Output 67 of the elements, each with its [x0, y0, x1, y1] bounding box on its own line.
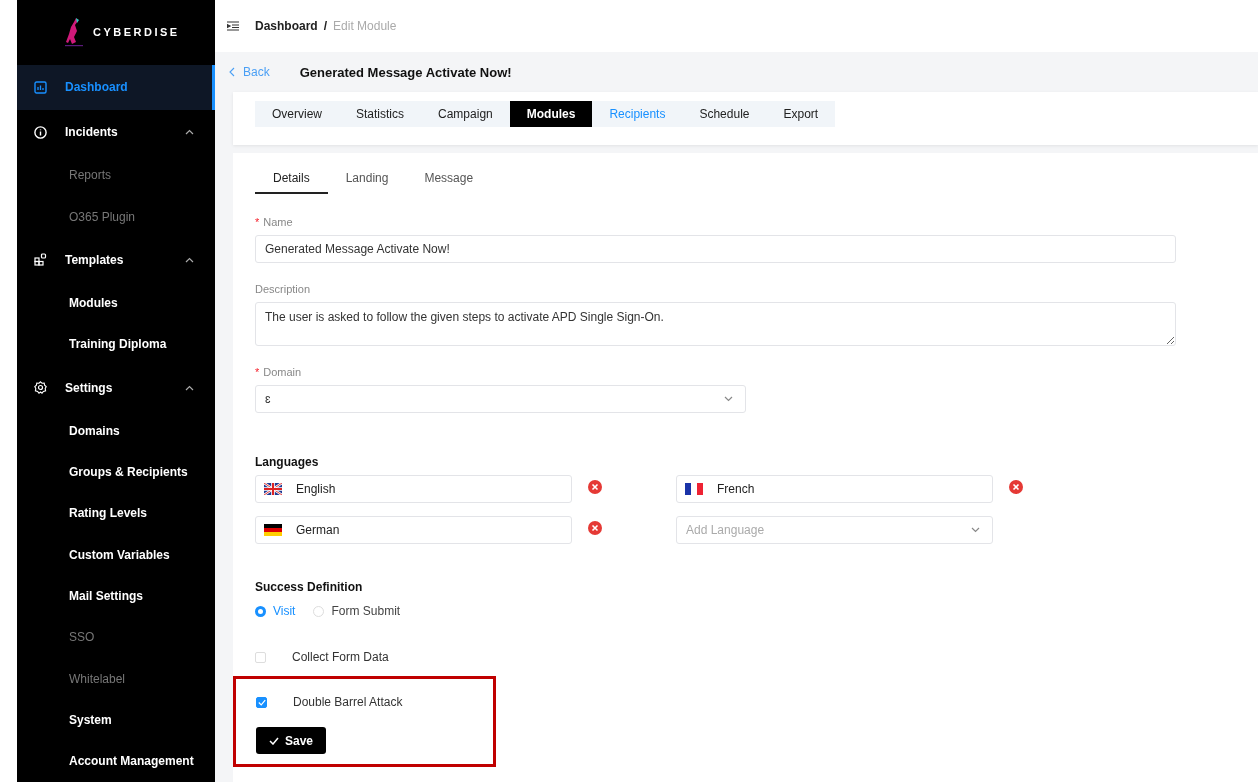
- sidebar-item[interactable]: Domains: [17, 410, 215, 452]
- remove-icon[interactable]: [588, 521, 602, 535]
- required-mark: *: [255, 216, 260, 228]
- language-field[interactable]: French: [676, 475, 993, 503]
- sidebar-item[interactable]: Custom Variables: [17, 534, 215, 576]
- breadcrumb-item: Edit Module: [333, 19, 397, 33]
- breadcrumb-item[interactable]: /: [323, 19, 328, 33]
- breadcrumb-item[interactable]: Dashboard: [255, 19, 318, 33]
- sidebar-item[interactable]: Mail Settings: [17, 575, 215, 617]
- brand-name: CYBERDISE: [93, 26, 180, 39]
- name-field[interactable]: Generated Message Activate Now!: [255, 235, 1176, 263]
- remove-icon[interactable]: [588, 480, 602, 494]
- description-field[interactable]: The user is asked to follow the given steps to activate APD Single Sign-On.: [255, 302, 1176, 346]
- check-icon: [269, 736, 279, 745]
- logo-icon: [65, 17, 83, 48]
- page-title: Generated Message Activate Now!: [299, 64, 512, 80]
- sidebar-item[interactable]: Account Management: [17, 740, 215, 782]
- field-label: Domain: [263, 366, 302, 378]
- field-label: Description: [255, 283, 311, 295]
- chevron-icon: [724, 396, 733, 402]
- tab[interactable]: Statistics: [339, 101, 422, 127]
- section-heading: Success Definition: [255, 580, 364, 594]
- language-field[interactable]: English: [255, 475, 572, 503]
- sidebar-group[interactable]: Incidents: [17, 109, 215, 155]
- checkbox-option[interactable]: Double Barrel Attack: [256, 689, 493, 715]
- sidebar-item[interactable]: Rating Levels: [17, 492, 215, 534]
- flag-icon: [264, 483, 282, 495]
- chevron-icon: [185, 256, 194, 263]
- tab[interactable]: Details: [255, 171, 328, 194]
- tab[interactable]: Landing: [327, 171, 407, 194]
- sidebar-item[interactable]: System: [17, 699, 215, 741]
- check-icon: [257, 698, 266, 706]
- settings-icon: [34, 381, 47, 395]
- language-name: English: [296, 482, 336, 496]
- tab[interactable]: Overview: [255, 101, 339, 127]
- flag-icon: [264, 524, 282, 536]
- field-label: Name: [263, 216, 293, 228]
- tab[interactable]: Schedule: [682, 101, 767, 127]
- checkbox-option[interactable]: Collect Form Data: [255, 644, 1236, 670]
- sidebar-item[interactable]: Modules: [17, 282, 215, 324]
- tab[interactable]: Campaign: [421, 101, 510, 127]
- remove-icon[interactable]: [1009, 480, 1023, 494]
- chart-icon: [34, 80, 47, 94]
- blocks-icon: [34, 253, 47, 267]
- tab[interactable]: Modules: [509, 101, 593, 127]
- flag-icon: [685, 483, 703, 495]
- domain-select[interactable]: ɛ: [255, 385, 746, 413]
- chevron-icon: [185, 384, 194, 391]
- radio-option[interactable]: Form Submit: [313, 604, 401, 618]
- menu-icon[interactable]: [227, 21, 239, 31]
- sidebar-item[interactable]: Groups & Recipients: [17, 451, 215, 493]
- sidebar-item[interactable]: Dashboard: [17, 64, 215, 110]
- language-name: French: [717, 482, 755, 496]
- info-icon: [34, 125, 47, 139]
- chevron-icon: [971, 527, 980, 533]
- chevron-icon: [185, 129, 194, 136]
- tab[interactable]: Export: [766, 101, 836, 127]
- chevron-icon: [229, 67, 235, 77]
- required-mark: *: [255, 366, 260, 378]
- sidebar-group[interactable]: Settings: [17, 365, 215, 411]
- language-field[interactable]: German: [255, 516, 572, 544]
- language-name: German: [296, 523, 340, 537]
- sidebar-group[interactable]: Templates: [17, 237, 215, 283]
- save-button[interactable]: Save: [256, 727, 326, 754]
- tab[interactable]: Message: [406, 171, 492, 194]
- section-heading: Languages: [255, 455, 320, 469]
- sidebar-item[interactable]: Training Diploma: [17, 323, 215, 366]
